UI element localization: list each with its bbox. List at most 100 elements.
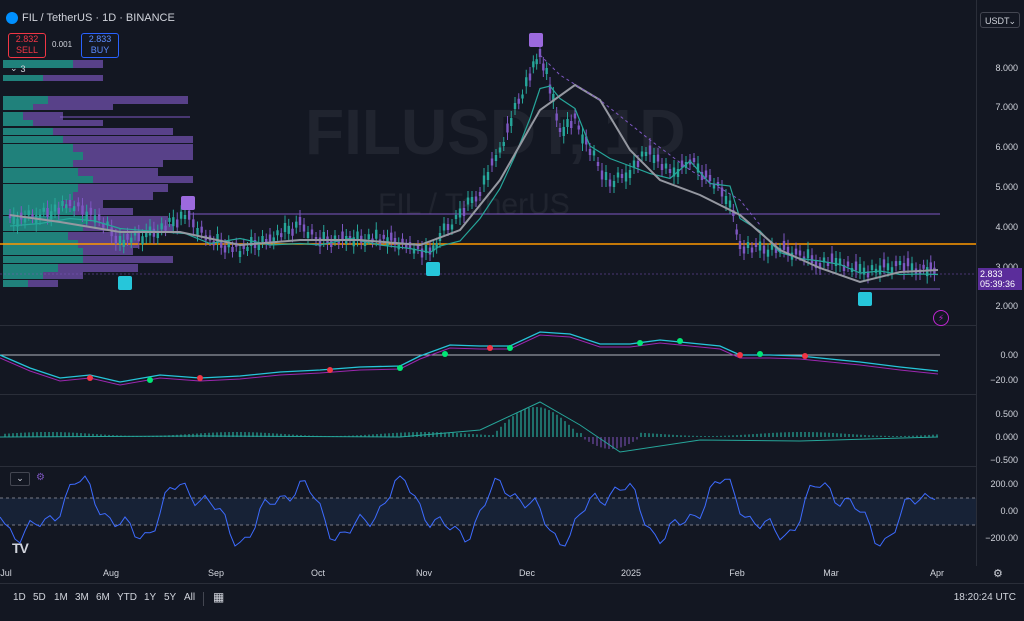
osc-histogram-bar (400, 432, 402, 437)
price-tick-label: 2.000 (995, 301, 1018, 311)
osc-histogram-bar (548, 410, 550, 437)
timeframe-button-all[interactable]: All (184, 592, 195, 603)
macd-cross-dot (487, 345, 493, 351)
osc-histogram-bar (456, 433, 458, 437)
pane-divider-1[interactable] (0, 325, 976, 326)
candle-body (834, 258, 838, 266)
symbol-title[interactable]: FIL / TetherUS · 1D · BINANCE (22, 12, 175, 24)
candle-body (555, 113, 558, 121)
candle-body (494, 155, 498, 161)
macd-cross-dot (677, 338, 683, 344)
buy-signal-marker (118, 276, 132, 290)
tradingview-logo-icon[interactable]: TV (12, 540, 29, 556)
candle-body (612, 181, 616, 187)
candle-body (61, 201, 64, 206)
osc-histogram-bar (520, 411, 522, 437)
time-tick-label: Aug (102, 568, 120, 578)
pane-divider-2[interactable] (0, 394, 976, 395)
osc-histogram-bar (564, 421, 566, 437)
osc-histogram-bar (760, 433, 762, 437)
timeframe-button-ytd[interactable]: YTD (117, 592, 137, 603)
candle-body (738, 241, 742, 249)
candle-body (130, 237, 133, 243)
candle-body (525, 77, 528, 87)
candle-body (616, 172, 620, 178)
candle-body (298, 217, 302, 225)
osc-histogram-bar (584, 437, 586, 440)
indicators-toggle[interactable]: ⌄ 3 (10, 63, 26, 74)
time-tick-label: 2025 (620, 568, 642, 578)
candle-body (830, 253, 834, 263)
timeframe-button-1m[interactable]: 1M (54, 592, 68, 603)
volume-profile-bar (3, 280, 28, 287)
osc-histogram-bar (792, 432, 794, 437)
candle-body (640, 151, 644, 157)
calendar-icon[interactable]: ▦ (213, 590, 224, 604)
timeframe-button-5d[interactable]: 5D (33, 592, 46, 603)
osc-histogram-bar (540, 407, 542, 437)
osc-histogram-bar (32, 432, 34, 437)
osc-histogram-bar (920, 435, 922, 437)
candle-body (89, 207, 93, 215)
chart-canvas[interactable]: FILUSDT, 1D FIL / TetherUS (0, 0, 976, 566)
candle-body (81, 205, 84, 215)
buy-signal-marker (426, 262, 440, 276)
candle-body (268, 234, 272, 242)
osc-histogram-bar (668, 434, 670, 437)
indicator-settings-icon[interactable]: ⚙ (36, 472, 45, 483)
osc-histogram-bar (748, 434, 750, 437)
osc-histogram-bar (832, 432, 834, 437)
osc-histogram-bar (704, 435, 706, 437)
macd-cross-dot (197, 375, 203, 381)
candle-body (724, 196, 728, 204)
osc-histogram-bar (16, 432, 18, 437)
pane-divider-3[interactable] (0, 466, 976, 467)
candle-body (886, 263, 890, 271)
candle-body (261, 236, 264, 242)
candle-body (652, 155, 656, 163)
candle-body (862, 267, 866, 275)
osc-histogram-bar (740, 434, 742, 437)
candle-body (356, 231, 359, 240)
candle-body (624, 172, 628, 182)
osc-histogram-bar (20, 432, 22, 437)
macd-cross-dot (637, 340, 643, 346)
lightning-icon[interactable]: ⚡ (933, 310, 949, 326)
currency-select[interactable]: USDT ⌄ (980, 12, 1020, 28)
chevron-down-icon: ⌄ (16, 473, 24, 483)
macd-cross-dot (147, 377, 153, 383)
macd-cross-dot (327, 367, 333, 373)
timeframe-button-5y[interactable]: 5Y (164, 592, 176, 603)
candle-body (806, 249, 810, 259)
toolbar-divider (203, 592, 204, 606)
price-chart-svg[interactable] (0, 0, 976, 566)
osc-histogram-bar (824, 432, 826, 437)
osc-signal-line (0, 401, 939, 453)
clock-utc[interactable]: 18:20:24 UTC (954, 592, 1016, 603)
candle-body (283, 223, 287, 232)
candle-body (636, 161, 640, 167)
buy-button[interactable]: 2.833 BUY (81, 33, 119, 58)
osc-histogram-bar (480, 434, 482, 437)
candle-body (620, 174, 624, 178)
candle-body (446, 224, 450, 230)
last-price-value: 2.833 (980, 269, 1003, 279)
candle-body (648, 145, 652, 155)
candle-body (280, 233, 283, 238)
candle-body (742, 246, 746, 254)
pane-collapse-button[interactable]: ⌄ (10, 472, 30, 486)
settings-gear-icon[interactable]: ⚙ (993, 567, 1003, 580)
time-tick-label: Oct (310, 568, 326, 578)
timeframe-button-3m[interactable]: 3M (75, 592, 89, 603)
symbol-legend[interactable]: FIL / TetherUS · 1D · BINANCE (6, 12, 175, 24)
timeframe-button-1d[interactable]: 1D (13, 592, 26, 603)
timeframe-button-1y[interactable]: 1Y (144, 592, 156, 603)
timeframe-button-6m[interactable]: 6M (96, 592, 110, 603)
osc-histogram-bar (860, 434, 862, 437)
osc-histogram-bar (768, 433, 770, 437)
time-axis[interactable]: Jul Aug Sep Oct Nov Dec 2025 Feb Mar Apr (0, 566, 976, 581)
osc-histogram-bar (460, 433, 462, 437)
sell-button[interactable]: 2.832 SELL (8, 33, 46, 58)
osc-histogram-bar (816, 432, 818, 437)
osc-histogram-bar (492, 434, 494, 437)
